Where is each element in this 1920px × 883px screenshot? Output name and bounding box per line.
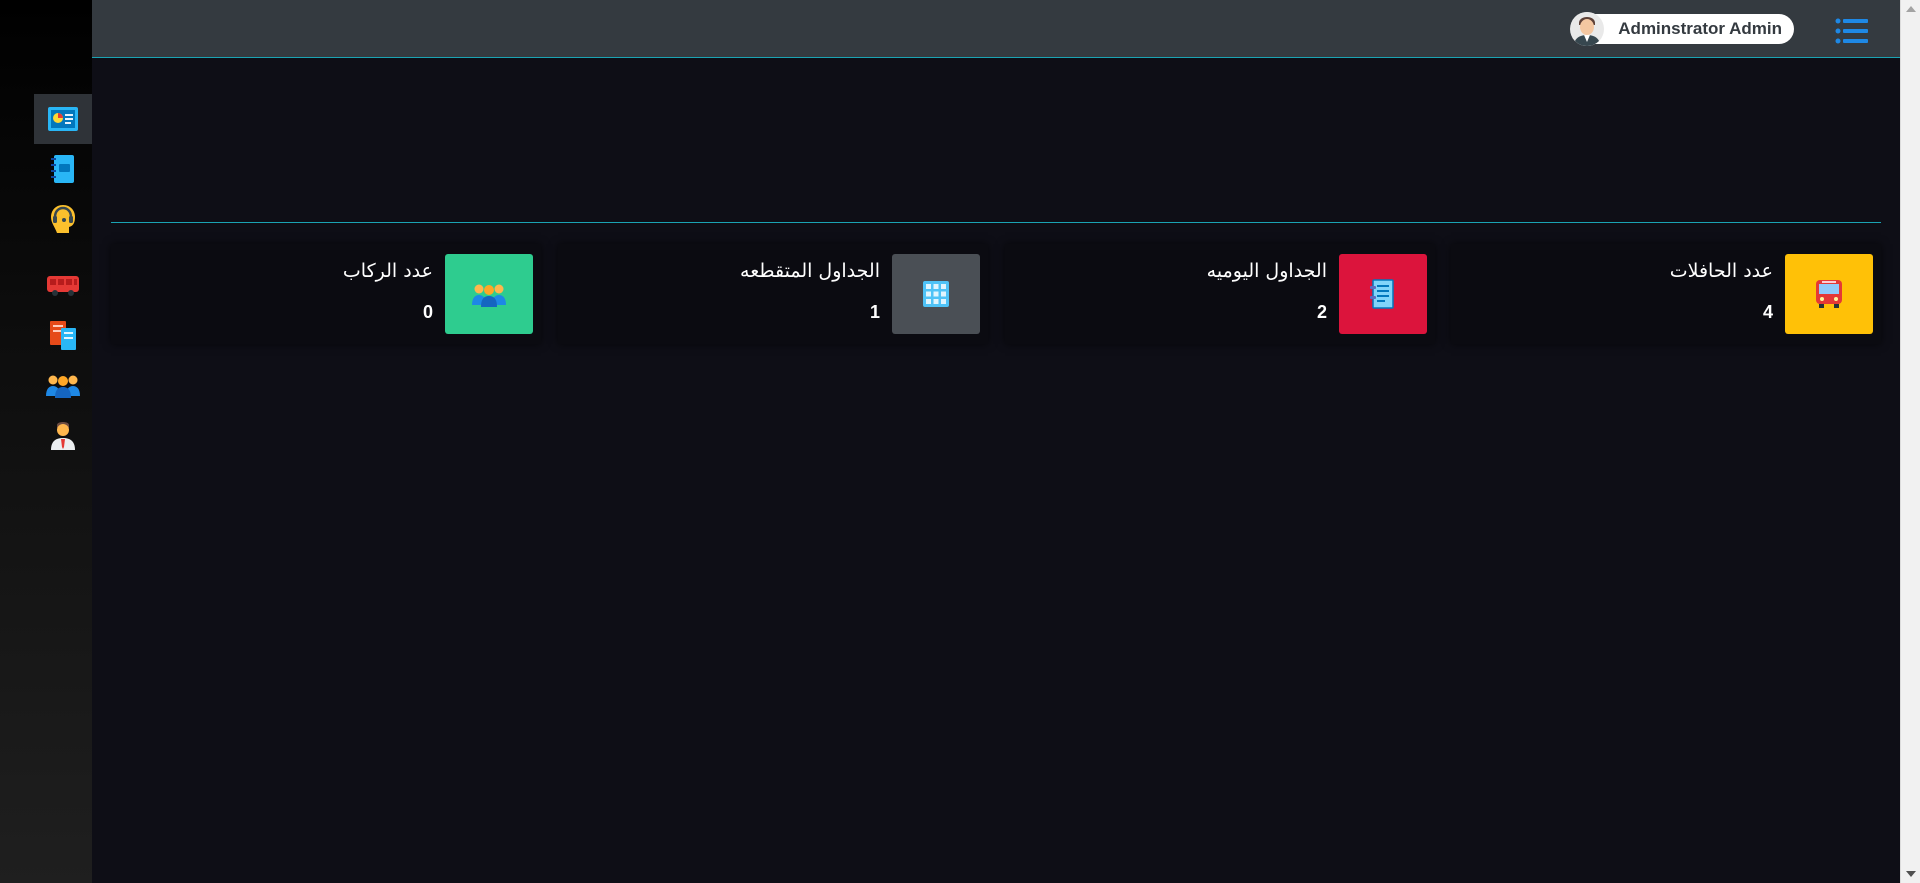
user-menu[interactable]: Adminstrator Admin [1570, 12, 1794, 46]
sidebar-item-employee[interactable] [34, 410, 92, 460]
grid-icon [923, 281, 949, 307]
content-divider [111, 222, 1881, 223]
support-headset-icon [51, 205, 75, 233]
scroll-down-arrow-icon[interactable] [1906, 871, 1916, 877]
stat-card-value: 2 [1316, 302, 1327, 322]
top-header: Adminstrator Admin [92, 0, 1900, 58]
sidebar-nav [34, 94, 92, 460]
stat-card-icon-box [445, 254, 533, 334]
stats-cards: عدد الحافلات 4 الجداول اليوميه 2 الجداول… [111, 244, 1881, 344]
stat-card-intermittent-schedules[interactable]: الجداول المتقطعه 1 [558, 244, 988, 344]
stat-card-title: عدد الركاب [342, 260, 433, 282]
sidebar-item-support[interactable] [34, 194, 92, 244]
stat-card-value: 0 [422, 302, 433, 322]
sidebar-item-dashboard[interactable] [34, 94, 92, 144]
group-icon [46, 375, 80, 398]
schedule-sheet-icon [1370, 279, 1394, 309]
stat-card-passengers[interactable]: عدد الركاب 0 [111, 244, 541, 344]
stat-card-value: 4 [1762, 302, 1773, 322]
scroll-up-arrow-icon[interactable] [1906, 6, 1916, 12]
user-name: Adminstrator Admin [1618, 19, 1782, 38]
employee-icon [51, 422, 75, 450]
avatar [1570, 12, 1605, 46]
sidebar-item-buses[interactable] [34, 260, 92, 310]
sidebar-item-documents[interactable] [34, 310, 92, 360]
user-avatar-icon [1572, 12, 1603, 46]
stat-card-icon-box [1339, 254, 1427, 334]
stat-card-value: 1 [869, 302, 880, 322]
stat-card-title: الجداول اليوميه [1206, 260, 1327, 282]
dashboard-card-icon [48, 107, 78, 131]
stat-card-title: عدد الحافلات [1669, 260, 1773, 282]
documents-icon [50, 321, 76, 350]
stat-card-buses[interactable]: عدد الحافلات 4 [1451, 244, 1881, 344]
menu-toggle-button[interactable] [1835, 17, 1869, 45]
stat-card-icon-box [892, 254, 980, 334]
sidebar-item-notebook[interactable] [34, 144, 92, 194]
vertical-scrollbar[interactable] [1900, 0, 1920, 883]
bus-icon [1816, 280, 1842, 308]
stat-card-icon-box [1785, 254, 1873, 334]
bus-icon [47, 276, 79, 296]
stat-card-daily-schedules[interactable]: الجداول اليوميه 2 [1005, 244, 1435, 344]
notebook-icon [51, 155, 74, 183]
sidebar-item-groups[interactable] [34, 360, 92, 410]
list-menu-icon [1835, 18, 1868, 44]
stat-card-title: الجداول المتقطعه [740, 260, 880, 282]
passengers-icon [472, 284, 506, 307]
